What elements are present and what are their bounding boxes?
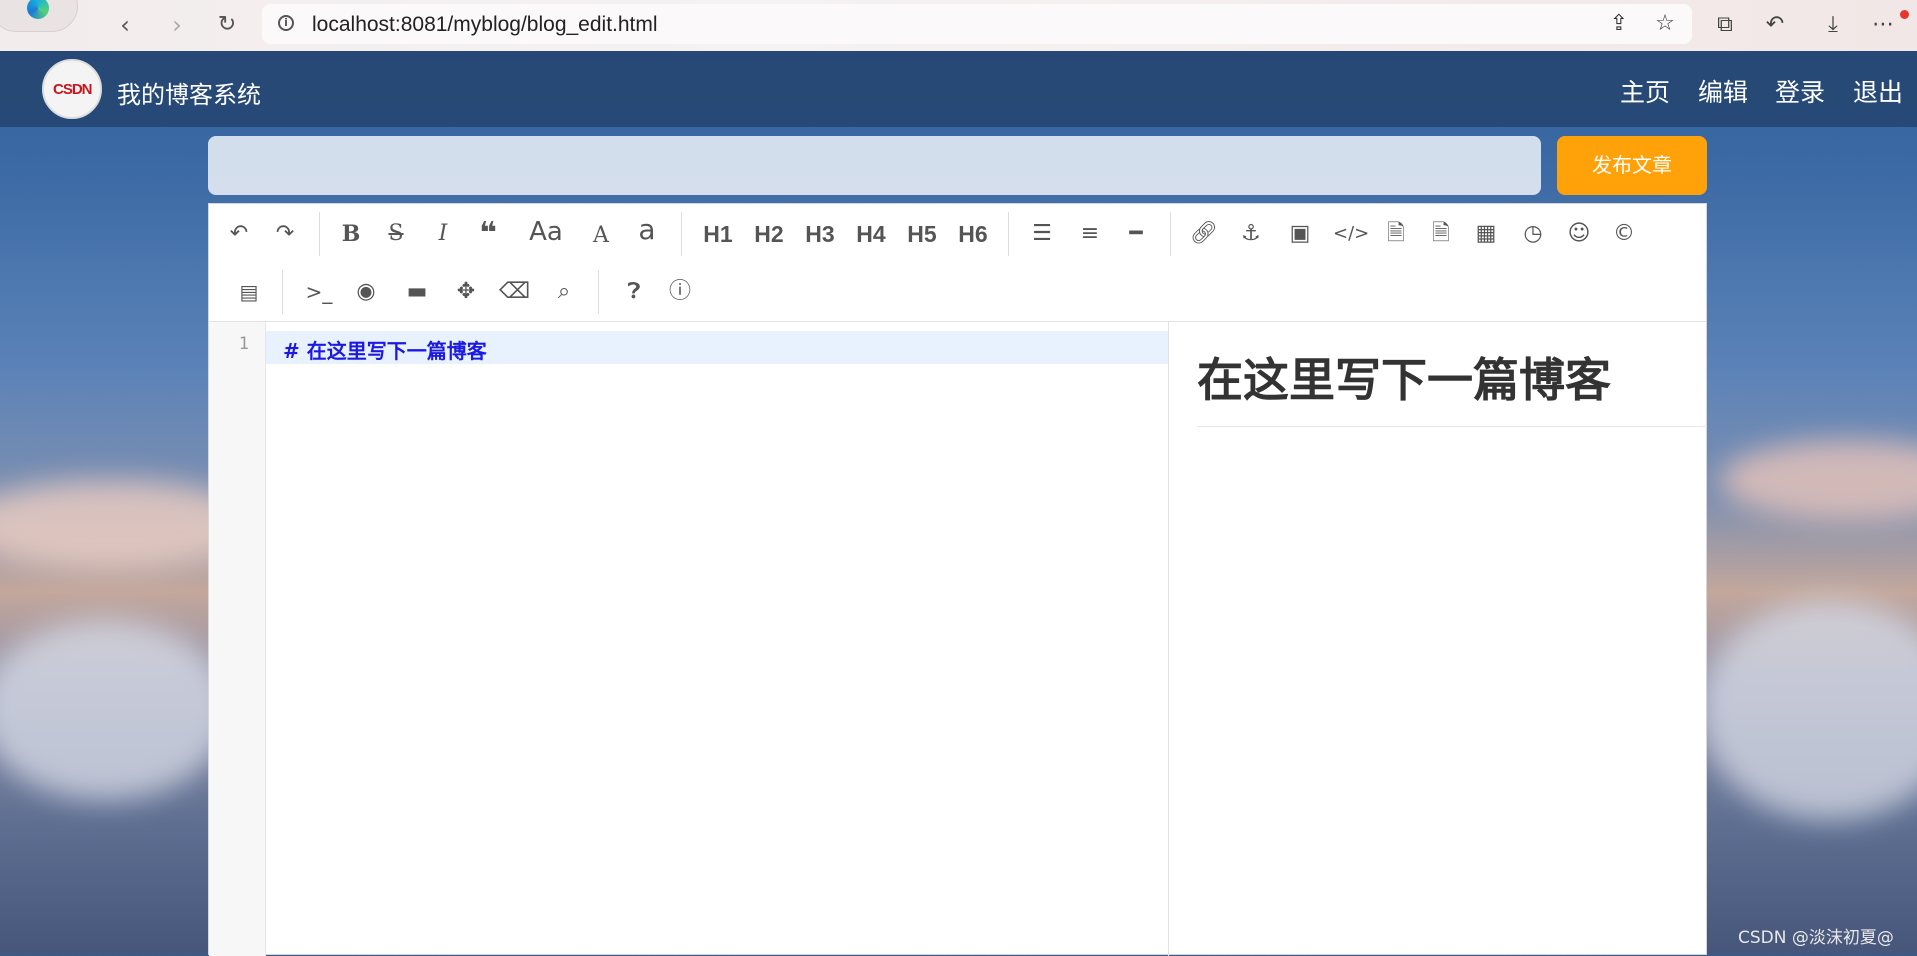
site-logo[interactable]: CSDN	[42, 59, 102, 119]
info-circle-icon[interactable]: ⓘ	[665, 272, 695, 312]
background-cloud	[0, 620, 230, 800]
toolbar-divider	[319, 212, 320, 256]
toolbar-divider	[598, 270, 599, 314]
quote-icon[interactable]: ❝	[474, 214, 502, 254]
desktop-icon[interactable]: ▬	[402, 272, 432, 312]
toolbar-divider	[1008, 212, 1009, 256]
fullscreen-icon[interactable]: ✥	[451, 272, 481, 312]
url-text[interactable]: localhost:8081/myblog/blog_edit.html	[312, 13, 658, 37]
h1-button[interactable]: H1	[698, 214, 738, 254]
eye-slash-icon[interactable]: ◉	[351, 272, 381, 312]
anchor-icon[interactable]: ⚓︎	[1236, 214, 1266, 254]
back-icon[interactable]: ‹	[110, 10, 140, 40]
strikethrough-icon[interactable]: S	[382, 214, 410, 254]
logo-text: CSDN	[53, 81, 93, 98]
undo-close-tab-icon[interactable]: ↶	[1758, 10, 1792, 40]
nav-home[interactable]: 主页	[1620, 73, 1670, 109]
download-icon[interactable]: ⤓	[1816, 10, 1850, 40]
editor-toolbar: ↶ ↷ B S I ❝ Aa A a H1 H2 H3 H4 H5 H6 ☰ ≡…	[209, 204, 1706, 322]
terminal-icon[interactable]: >_	[301, 272, 337, 312]
eraser-icon[interactable]: ⌫	[499, 272, 530, 312]
background-cloud	[1700, 600, 1917, 820]
heading-underline	[1197, 426, 1707, 427]
address-bar[interactable]: i localhost:8081/myblog/blog_edit.html ⇪…	[262, 4, 1692, 44]
h6-button[interactable]: H6	[953, 214, 993, 254]
lowercase-icon[interactable]: a	[633, 210, 661, 250]
site-navbar: CSDN 我的博客系统 主页 编辑 登录 退出	[0, 51, 1917, 127]
more-icon[interactable]: ⋯	[1866, 10, 1900, 40]
browser-toolbar: ‹ › ↻ i localhost:8081/myblog/blog_edit.…	[0, 0, 1917, 51]
nav-edit[interactable]: 编辑	[1698, 73, 1748, 109]
browser-logo-icon	[27, 0, 49, 19]
ordered-list-icon[interactable]: ≡	[1075, 214, 1105, 254]
markdown-preview: 在这里写下一篇博客	[1169, 322, 1707, 956]
toolbar-divider	[681, 212, 682, 256]
nav-logout[interactable]: 退出	[1853, 73, 1903, 109]
bold-icon[interactable]: B	[337, 214, 365, 254]
h3-button[interactable]: H3	[800, 214, 840, 254]
site-title: 我的博客系统	[117, 81, 261, 109]
line-number-gutter: 1	[209, 322, 266, 956]
nav-login[interactable]: 登录	[1775, 73, 1825, 109]
image-icon[interactable]: ▣	[1285, 214, 1315, 254]
watermark-text: CSDN @淡沫初夏@	[1738, 928, 1894, 948]
markdown-editor: ↶ ↷ B S I ❝ Aa A a H1 H2 H3 H4 H5 H6 ☰ ≡…	[208, 203, 1707, 956]
code-block-icon[interactable]: 🗎︎	[1381, 214, 1411, 254]
toolbar-divider	[1170, 212, 1171, 256]
code-icon[interactable]: </>	[1333, 214, 1369, 254]
markdown-input[interactable]: # 在这里写下一篇博客	[266, 322, 1168, 956]
uppercase-icon[interactable]: Aa	[524, 212, 568, 252]
markdown-line[interactable]: # 在这里写下一篇博客	[283, 335, 487, 364]
h2-button[interactable]: H2	[749, 214, 789, 254]
share-icon[interactable]: ⇪	[1606, 11, 1632, 37]
line-number: 1	[238, 334, 249, 354]
preformatted-text-icon[interactable]: 🗎︎	[1426, 214, 1456, 254]
publish-button[interactable]: 发布文章	[1557, 136, 1707, 195]
search-icon[interactable]: ⌕	[549, 272, 579, 312]
datetime-icon[interactable]: ◷	[1518, 214, 1548, 254]
goto-line-icon[interactable]: ▤	[233, 272, 265, 312]
background-cloud	[1720, 440, 1917, 520]
extensions-icon[interactable]: ⧉	[1708, 10, 1742, 40]
star-icon[interactable]: ☆	[1652, 11, 1678, 37]
italic-icon[interactable]: I	[429, 214, 457, 254]
browser-logo	[0, 0, 78, 32]
table-icon[interactable]: ▦	[1471, 214, 1501, 254]
article-title-input[interactable]	[208, 136, 1541, 195]
notification-dot	[1900, 10, 1909, 19]
h5-button[interactable]: H5	[902, 214, 942, 254]
emoji-icon[interactable]: ☺	[1564, 214, 1594, 254]
toolbar-divider	[282, 270, 283, 314]
unordered-list-icon[interactable]: ☰	[1027, 214, 1057, 254]
h4-button[interactable]: H4	[851, 214, 891, 254]
refresh-icon[interactable]: ↻	[212, 10, 242, 40]
undo-icon[interactable]: ↶	[225, 214, 253, 254]
preview-heading: 在这里写下一篇博客	[1197, 353, 1611, 407]
html-entities-icon[interactable]: ©	[1609, 214, 1639, 254]
redo-icon[interactable]: ↷	[271, 214, 299, 254]
link-icon[interactable]: 🔗︎	[1189, 214, 1219, 254]
info-icon[interactable]: i	[278, 15, 294, 31]
forward-icon[interactable]: ›	[162, 10, 192, 40]
capitalize-icon[interactable]: A	[587, 216, 615, 256]
horizontal-rule-icon[interactable]: ━	[1121, 214, 1151, 254]
help-icon[interactable]: ❓︎	[619, 272, 649, 312]
